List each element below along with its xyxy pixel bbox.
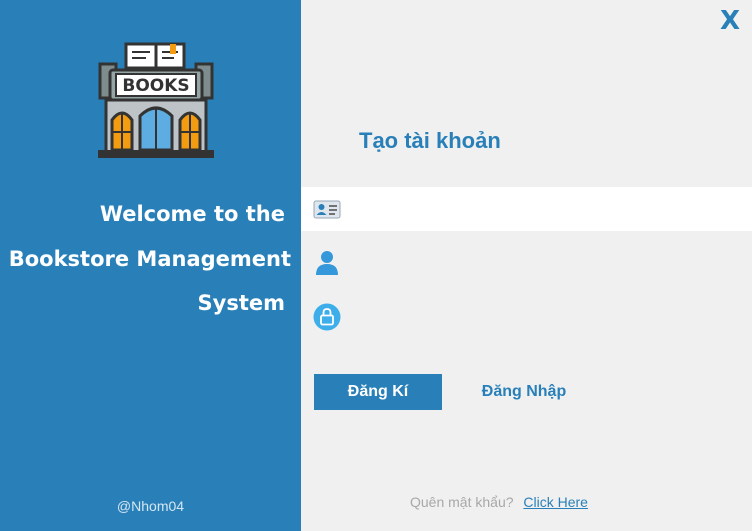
welcome-line-1: Welcome to the — [99, 202, 285, 226]
forgot-password-label: Quên mật khẩu? — [410, 494, 514, 510]
field-row-password — [301, 296, 752, 340]
id-input[interactable] — [349, 193, 743, 227]
click-here-link[interactable]: Click Here — [523, 494, 588, 510]
welcome-line-3: System — [197, 291, 285, 315]
credit-text: @Nhom04 — [116, 498, 185, 514]
password-input[interactable] — [349, 302, 743, 336]
welcome-message: Welcome to the Bookstore Management Syst… — [0, 192, 291, 326]
logo-text: BOOKS — [122, 76, 189, 96]
user-icon — [316, 251, 338, 275]
login-button[interactable]: Đăng Nhập — [462, 374, 586, 410]
field-row-user — [301, 242, 752, 286]
welcome-line-2: Bookstore Management — [8, 246, 291, 271]
field-row-id — [301, 187, 752, 231]
forgot-password: Quên mật khẩu? Click Here — [410, 494, 588, 510]
lock-icon — [313, 303, 341, 331]
form-title: Tạo tài khoản — [359, 128, 501, 153]
username-input[interactable] — [349, 248, 743, 282]
id-card-icon — [313, 200, 341, 219]
sidebar-panel: BOOKS Welcome to the Bookstore Managemen… — [0, 0, 301, 531]
bookstore-logo: BOOKS — [98, 42, 214, 158]
register-button[interactable]: Đăng Kí — [314, 374, 442, 410]
close-button[interactable]: X — [717, 6, 743, 36]
